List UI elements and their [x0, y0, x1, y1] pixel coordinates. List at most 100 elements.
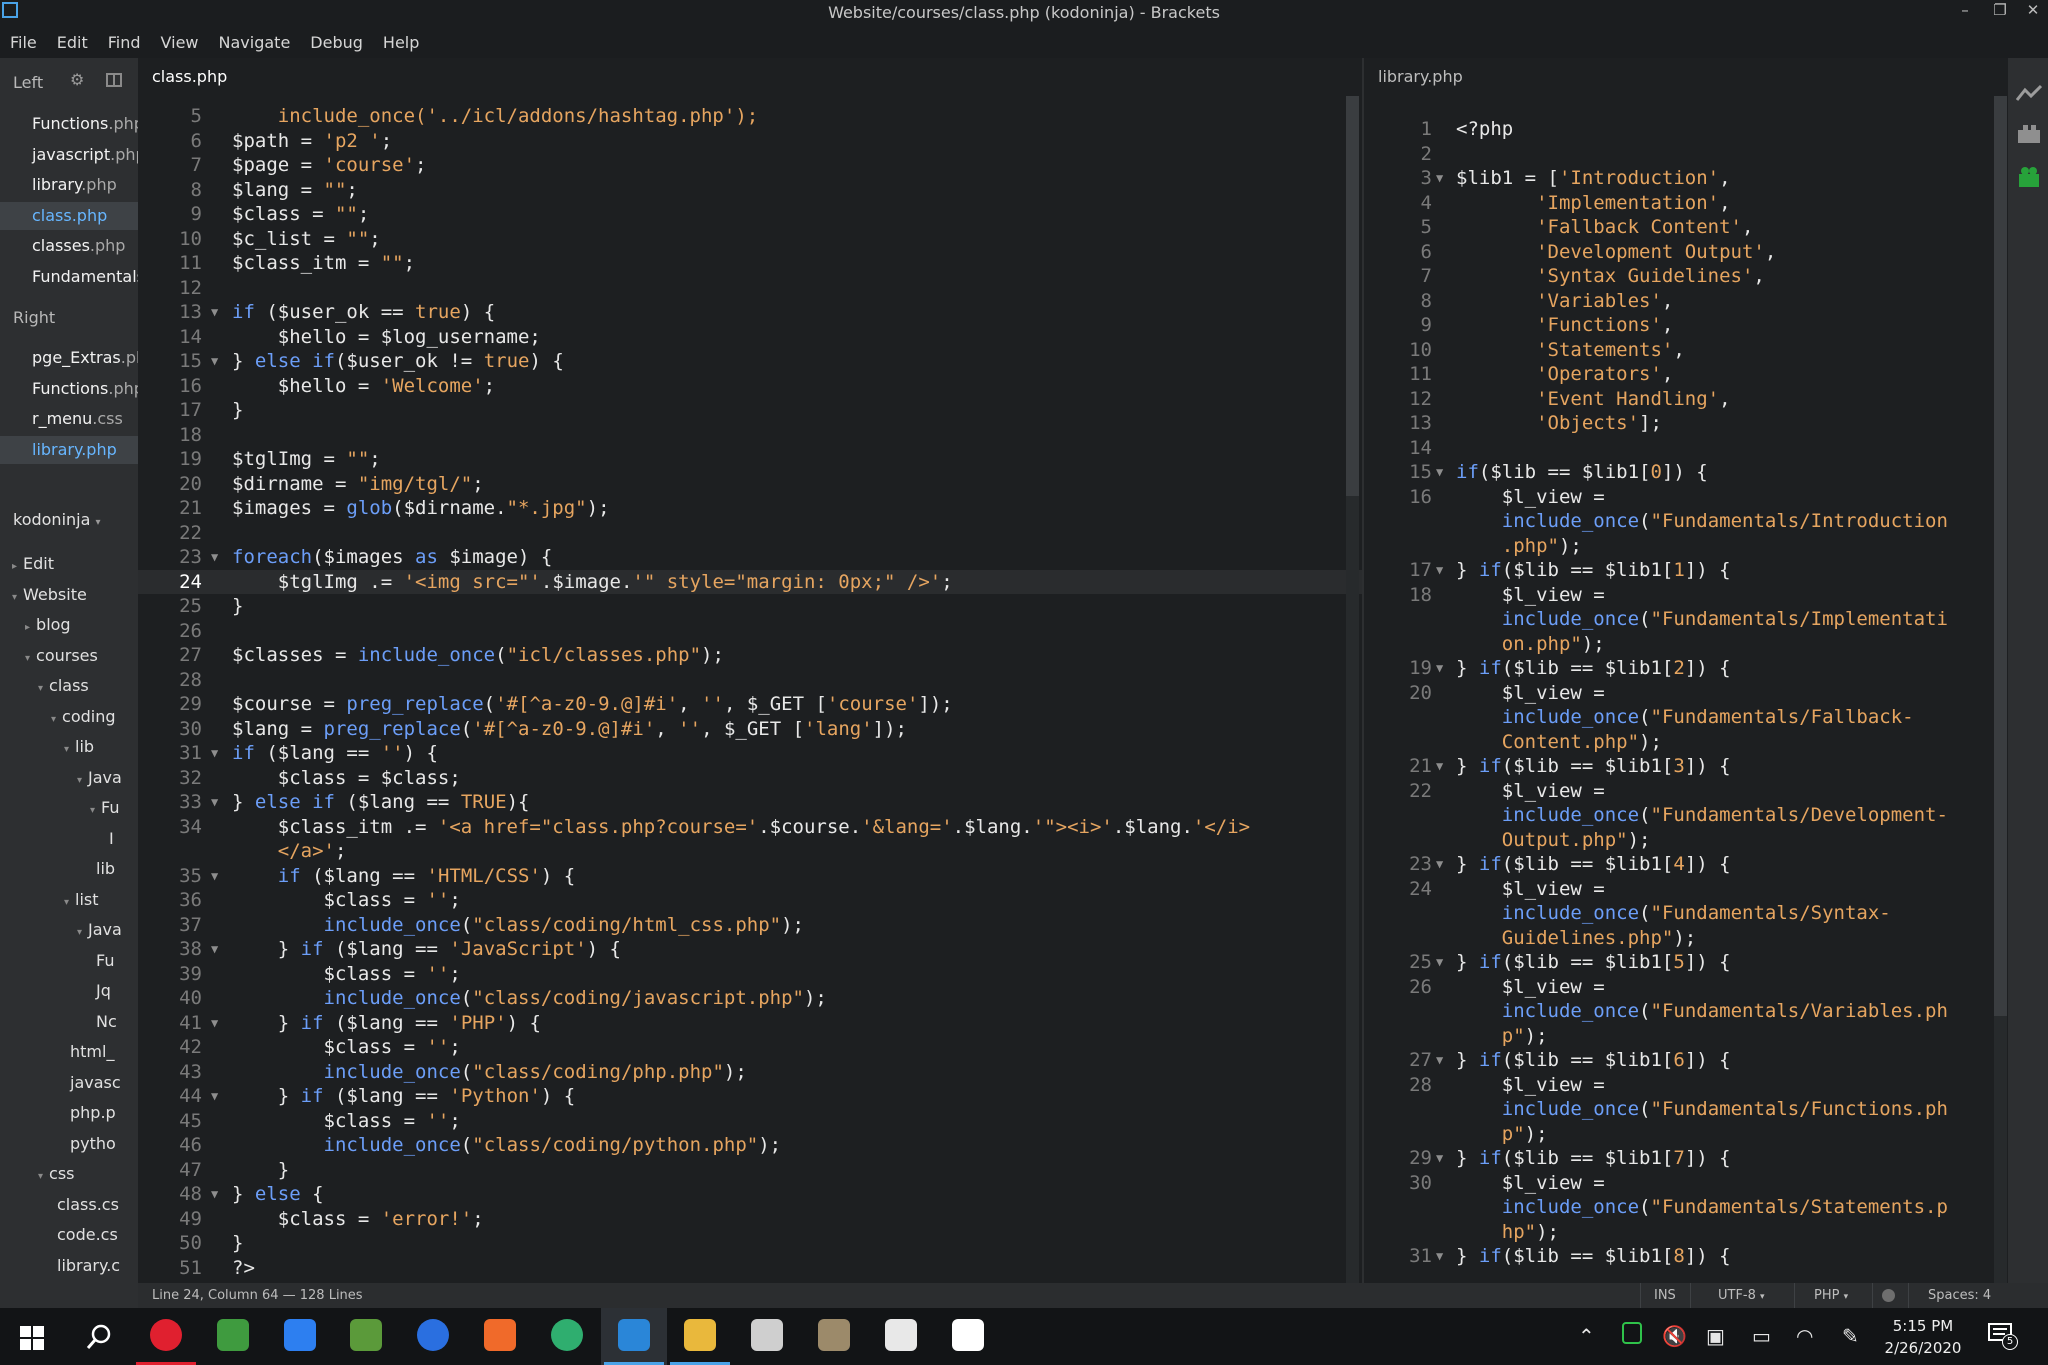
- code-line[interactable]: 49 $class = 'error!';: [138, 1207, 1362, 1232]
- right-scrollbar[interactable]: [1994, 96, 2007, 1283]
- language-dropdown[interactable]: PHP ▾: [1814, 1288, 1848, 1303]
- tree-item[interactable]: Nc: [90, 1012, 117, 1031]
- tree-item[interactable]: pytho: [64, 1134, 116, 1153]
- code-line[interactable]: 33 ▼} else if ($lang == TRUE){: [138, 790, 1362, 815]
- code-line[interactable]: 13 ▼ if ($user_ok == true) {: [138, 300, 1362, 325]
- split-view-icon[interactable]: [106, 73, 122, 87]
- right-working-file-item[interactable]: library.php: [32, 440, 117, 459]
- code-line[interactable]: p");: [1364, 1122, 2008, 1147]
- code-line[interactable]: 38 ▼ } if ($lang == 'JavaScript') {: [138, 937, 1362, 962]
- tree-item[interactable]: I: [103, 829, 114, 848]
- code-line[interactable]: 41 ▼ } if ($lang == 'PHP') {: [138, 1011, 1362, 1036]
- tray-chevron-icon[interactable]: ⌃: [1578, 1324, 1595, 1348]
- notepad-icon[interactable]: [951, 1319, 984, 1351]
- right-scrollbar-thumb[interactable]: [1994, 96, 2007, 1016]
- code-line[interactable]: </a>';: [138, 839, 1362, 864]
- code-line[interactable]: 42 $class = '';: [138, 1035, 1362, 1060]
- messenger-icon[interactable]: [417, 1319, 450, 1351]
- notification-center-icon[interactable]: 5: [1988, 1322, 2018, 1350]
- code-line[interactable]: 46 include_once("class/coding/python.php…: [138, 1133, 1362, 1158]
- tree-item[interactable]: Jq: [90, 981, 111, 1000]
- code-line[interactable]: 9 'Functions',: [1364, 313, 2008, 338]
- code-line[interactable]: 22: [138, 521, 1362, 546]
- firefox-dev-icon[interactable]: [283, 1319, 316, 1351]
- code-line[interactable]: 11 'Operators',: [1364, 362, 2008, 387]
- file-explorer-icon[interactable]: [684, 1319, 717, 1351]
- code-line[interactable]: include_once("Fundamentals/Introduction: [1364, 509, 2008, 534]
- tree-item[interactable]: html_: [64, 1042, 114, 1061]
- fold-arrow-icon[interactable]: ▼: [211, 790, 218, 815]
- tree-item[interactable]: ▾ Java: [77, 920, 122, 939]
- code-line[interactable]: 15 ▼} else if($user_ok != true) {: [138, 349, 1362, 374]
- code-line[interactable]: 10 'Statements',: [1364, 338, 2008, 363]
- code-line[interactable]: 3 ▼ $lib1 = ['Introduction',: [1364, 166, 2008, 191]
- code-line[interactable]: hp");: [1364, 1220, 2008, 1245]
- tree-item[interactable]: library.c: [51, 1256, 120, 1275]
- right-working-file-item[interactable]: r_menu.css: [32, 409, 123, 428]
- code-line[interactable]: 18: [138, 423, 1362, 448]
- code-line[interactable]: 21 $images = glob($dirname."*.jpg");: [138, 496, 1362, 521]
- inkscape-icon[interactable]: [751, 1319, 784, 1351]
- code-line[interactable]: 25 ▼} if($lib == $lib1[5]) {: [1364, 950, 2008, 975]
- code-line[interactable]: 25}: [138, 594, 1362, 619]
- code-line[interactable]: 29 $course = preg_replace('#[^a-z0-9.@]#i…: [138, 692, 1362, 717]
- code-line[interactable]: 8 $lang = "";: [138, 178, 1362, 203]
- code-line[interactable]: 18 $l_view =: [1364, 583, 2008, 608]
- gear-icon[interactable]: ⚙: [70, 72, 86, 88]
- minimize-button[interactable]: –: [1950, 0, 1980, 22]
- vim-icon[interactable]: [216, 1319, 249, 1351]
- fold-arrow-icon[interactable]: ▼: [211, 864, 218, 889]
- code-line[interactable]: .php");: [1364, 534, 2008, 559]
- globe-app-icon[interactable]: [550, 1319, 583, 1351]
- fold-arrow-icon[interactable]: ▼: [1436, 1048, 1443, 1073]
- indentation-setting[interactable]: Spaces: 4: [1928, 1288, 1991, 1303]
- code-line[interactable]: 5 'Fallback Content',: [1364, 215, 2008, 240]
- left-scrollbar[interactable]: [1346, 96, 1359, 1283]
- code-line[interactable]: 19 $tglImg = "";: [138, 447, 1362, 472]
- volume-muted-icon[interactable]: 🔇: [1662, 1324, 1687, 1348]
- tree-item[interactable]: ▾ Java: [77, 768, 122, 787]
- tree-item[interactable]: code.cs: [51, 1225, 118, 1244]
- code-line[interactable]: 8 'Variables',: [1364, 289, 2008, 314]
- left-scrollbar-thumb[interactable]: [1346, 96, 1359, 496]
- code-line[interactable]: 1 <?php: [1364, 117, 2008, 142]
- fold-arrow-icon[interactable]: ▼: [1436, 460, 1443, 485]
- fold-arrow-icon[interactable]: ▼: [211, 545, 218, 570]
- code-line[interactable]: include_once("Fundamentals/Variables.ph: [1364, 999, 2008, 1024]
- code-line[interactable]: 12 'Event Handling',: [1364, 387, 2008, 412]
- wifi-icon[interactable]: ◠: [1796, 1324, 1813, 1348]
- code-line[interactable]: 9 $class = "";: [138, 202, 1362, 227]
- code-line[interactable]: 40 include_once("class/coding/javascript…: [138, 986, 1362, 1011]
- fold-arrow-icon[interactable]: ▼: [1436, 950, 1443, 975]
- fold-arrow-icon[interactable]: ▼: [1436, 1146, 1443, 1171]
- code-line[interactable]: 24 $l_view =: [1364, 877, 2008, 902]
- code-line[interactable]: 45 $class = '';: [138, 1109, 1362, 1134]
- code-line[interactable]: 11 $class_itm = "";: [138, 251, 1362, 276]
- code-line[interactable]: 31 ▼} if($lib == $lib1[8]) {: [1364, 1244, 2008, 1269]
- menu-navigate[interactable]: Navigate: [219, 28, 301, 58]
- code-line[interactable]: Guidelines.php");: [1364, 926, 2008, 951]
- tree-item[interactable]: ▸ Edit: [12, 554, 54, 573]
- encoding-dropdown[interactable]: UTF-8 ▾: [1718, 1288, 1765, 1303]
- extension-manager-icon[interactable]: [2017, 124, 2041, 144]
- tray-app-icon[interactable]: [1622, 1322, 1642, 1344]
- code-line[interactable]: 19 ▼} if($lib == $lib1[2]) {: [1364, 656, 2008, 681]
- code-line[interactable]: 12: [138, 276, 1362, 301]
- fold-arrow-icon[interactable]: ▼: [1436, 558, 1443, 583]
- live-preview-icon[interactable]: [2016, 84, 2042, 102]
- code-line[interactable]: 36 $class = '';: [138, 888, 1362, 913]
- code-line[interactable]: 34 $class_itm .= '<a href="class.php?cou…: [138, 815, 1362, 840]
- tree-item[interactable]: ▾ list: [64, 890, 99, 909]
- code-line[interactable]: 28: [138, 668, 1362, 693]
- code-line[interactable]: 35 ▼ if ($lang == 'HTML/CSS') {: [138, 864, 1362, 889]
- left-working-file-item[interactable]: class.php: [32, 206, 107, 225]
- tree-item[interactable]: ▸ blog: [25, 615, 71, 634]
- left-working-file-item[interactable]: library.php: [32, 175, 117, 194]
- code-line[interactable]: 4 'Implementation',: [1364, 191, 2008, 216]
- code-line[interactable]: include_once("Fundamentals/Statements.p: [1364, 1195, 2008, 1220]
- code-line[interactable]: 26: [138, 619, 1362, 644]
- left-working-file-item[interactable]: Fundamentals: [32, 267, 138, 286]
- code-line[interactable]: 14: [1364, 436, 2008, 461]
- code-line[interactable]: 7 'Syntax Guidelines',: [1364, 264, 2008, 289]
- code-line[interactable]: include_once("Fundamentals/Fallback-: [1364, 705, 2008, 730]
